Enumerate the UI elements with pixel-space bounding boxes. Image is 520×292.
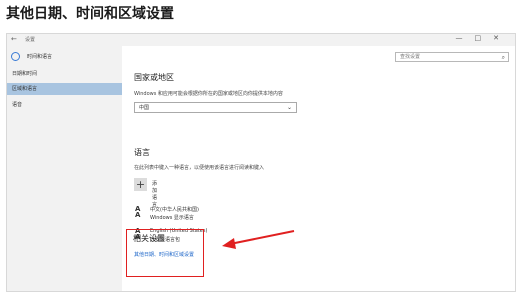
arrow-shaft (229, 230, 295, 245)
arrow-head (222, 238, 236, 249)
red-arrow-annotation (222, 230, 295, 249)
